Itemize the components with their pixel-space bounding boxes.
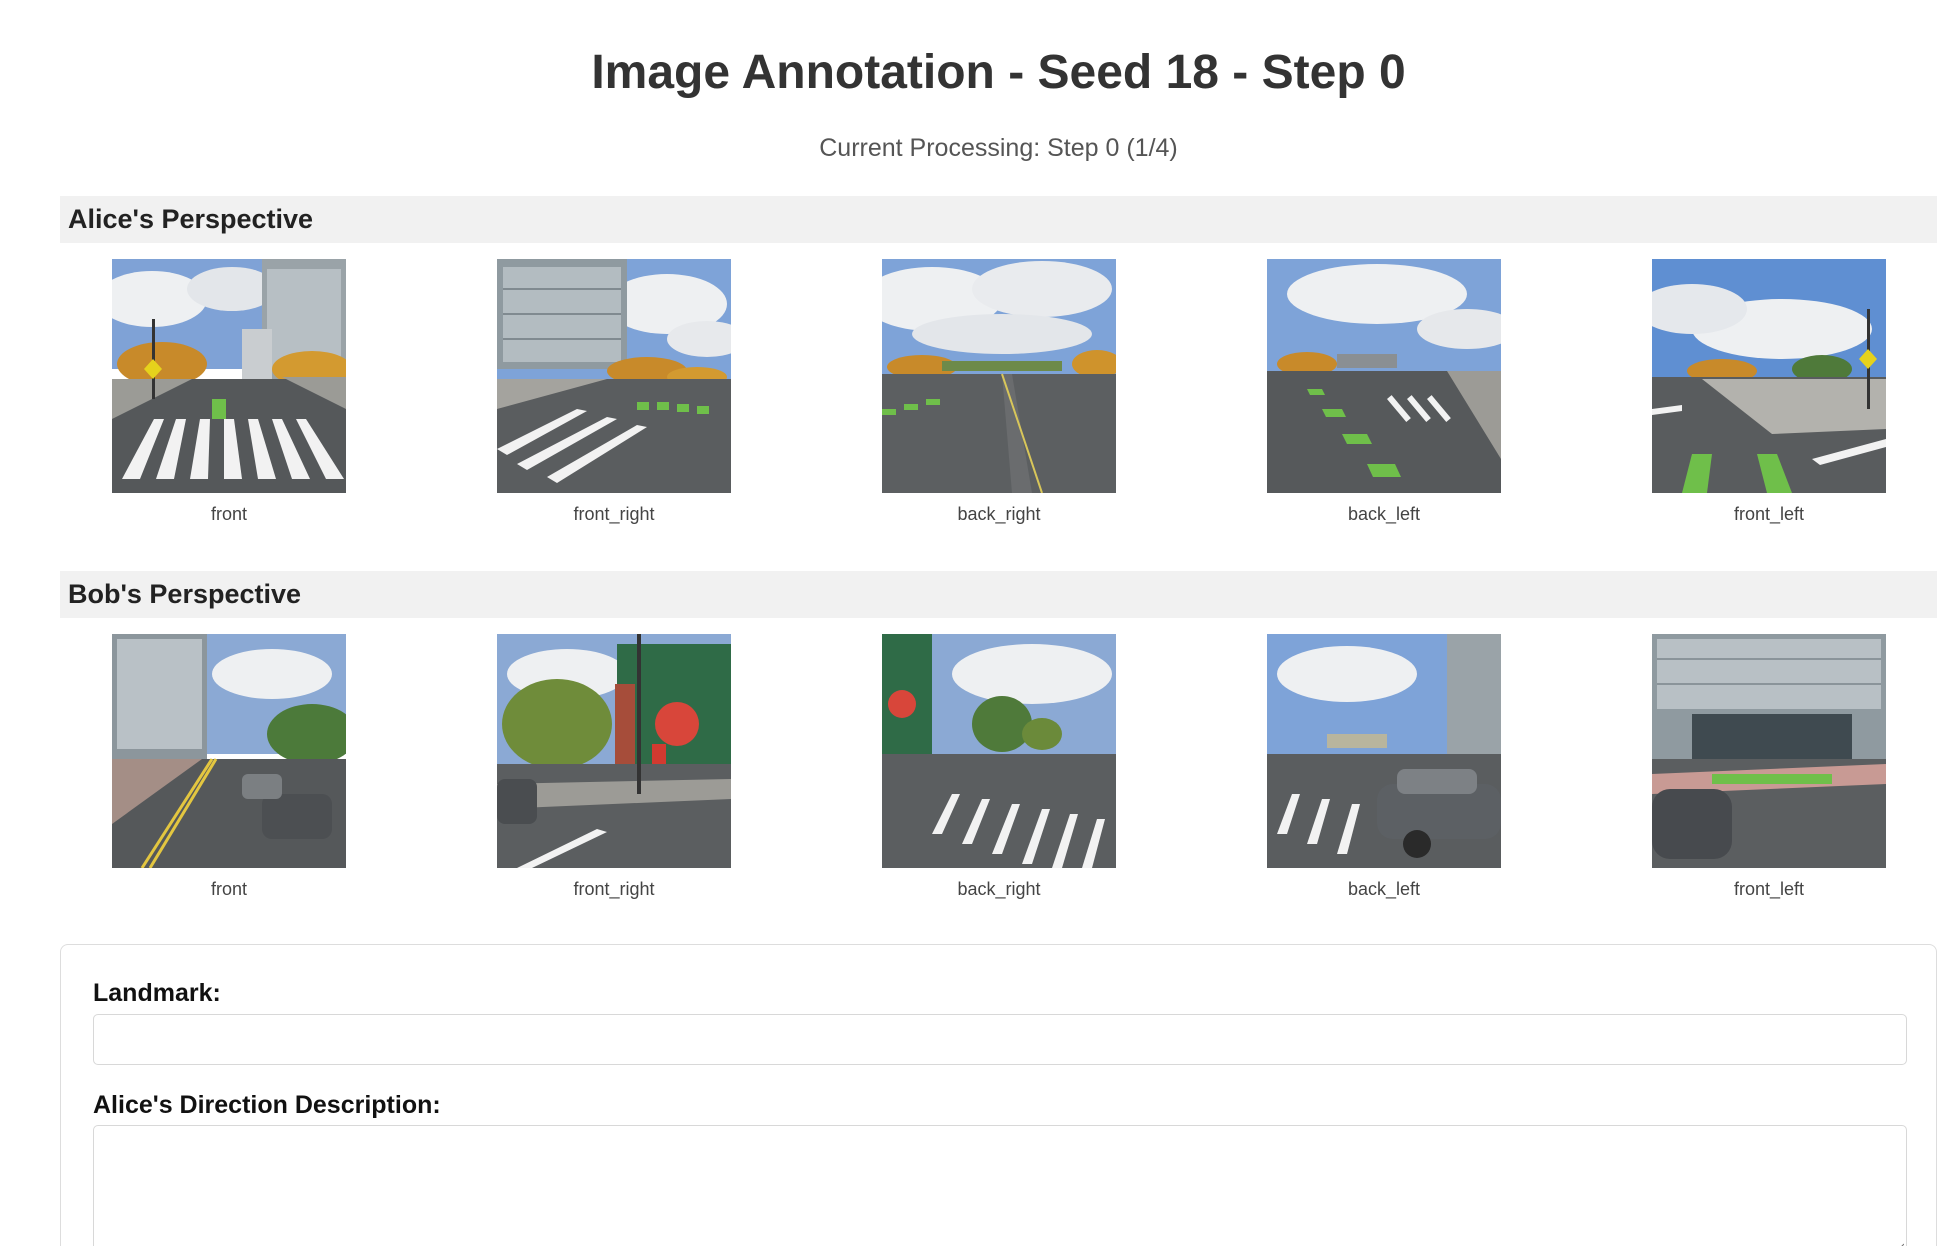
bob-back-right-image[interactable]: [882, 634, 1116, 868]
alice-view-label-back-left: back_left: [1347, 504, 1421, 524]
bob-view-front-left[interactable]: front_left: [1652, 634, 1886, 900]
alice-back-left-image[interactable]: [1267, 259, 1501, 493]
alice-view-front[interactable]: front: [112, 259, 346, 525]
alice-view-label-front: front: [210, 504, 248, 524]
bob-front-right-image[interactable]: [497, 634, 731, 868]
alice-view-back-left[interactable]: back_left: [1267, 259, 1501, 525]
processing-status: Current Processing: Step 0 (1/4): [819, 134, 1178, 162]
bob-view-label-back-right: back_right: [957, 879, 1041, 899]
alice-view-back-right[interactable]: back_right: [882, 259, 1116, 525]
landmark-label: Landmark:: [93, 979, 221, 1007]
alice-view-label-front-right: front_right: [573, 504, 655, 524]
alice-view-label-front-left: front_left: [1733, 504, 1805, 524]
bob-view-front-right[interactable]: front_right: [497, 634, 731, 900]
alice-front-image[interactable]: [112, 259, 346, 493]
alice-back-right-image[interactable]: [882, 259, 1116, 493]
bob-front-image[interactable]: [112, 634, 346, 868]
alice-image-gallery: front front_right back_right back_left f…: [60, 259, 1937, 539]
bob-view-front[interactable]: front: [112, 634, 346, 900]
bob-image-gallery: front front_right back_right back_left f…: [60, 634, 1937, 914]
bob-view-label-back-left: back_left: [1347, 879, 1421, 899]
direction-description-textarea[interactable]: [93, 1125, 1907, 1246]
alice-front-right-image[interactable]: [497, 259, 731, 493]
annotation-page: Image Annotation - Seed 18 - Step 0 Curr…: [0, 0, 1957, 1246]
alice-view-front-left[interactable]: front_left: [1652, 259, 1886, 525]
bob-view-label-front-right: front_right: [573, 879, 655, 899]
alice-front-left-image[interactable]: [1652, 259, 1886, 493]
resize-grip-icon[interactable]: [1894, 1242, 1904, 1246]
alice-view-front-right[interactable]: front_right: [497, 259, 731, 525]
annotation-form: Landmark: Alice's Direction Description:: [60, 944, 1937, 1246]
bob-view-back-left[interactable]: back_left: [1267, 634, 1501, 900]
bob-perspective-header: Bob's Perspective: [60, 571, 1937, 618]
direction-description-label: Alice's Direction Description:: [93, 1091, 441, 1119]
bob-view-back-right[interactable]: back_right: [882, 634, 1116, 900]
alice-view-label-back-right: back_right: [957, 504, 1041, 524]
landmark-input[interactable]: [93, 1014, 1907, 1065]
bob-front-left-image[interactable]: [1652, 634, 1886, 868]
bob-view-label-front-left: front_left: [1733, 879, 1805, 899]
bob-view-label-front: front: [210, 879, 248, 899]
bob-back-left-image[interactable]: [1267, 634, 1501, 868]
alice-perspective-header: Alice's Perspective: [60, 196, 1937, 243]
page-title: Image Annotation - Seed 18 - Step 0: [591, 46, 1406, 99]
